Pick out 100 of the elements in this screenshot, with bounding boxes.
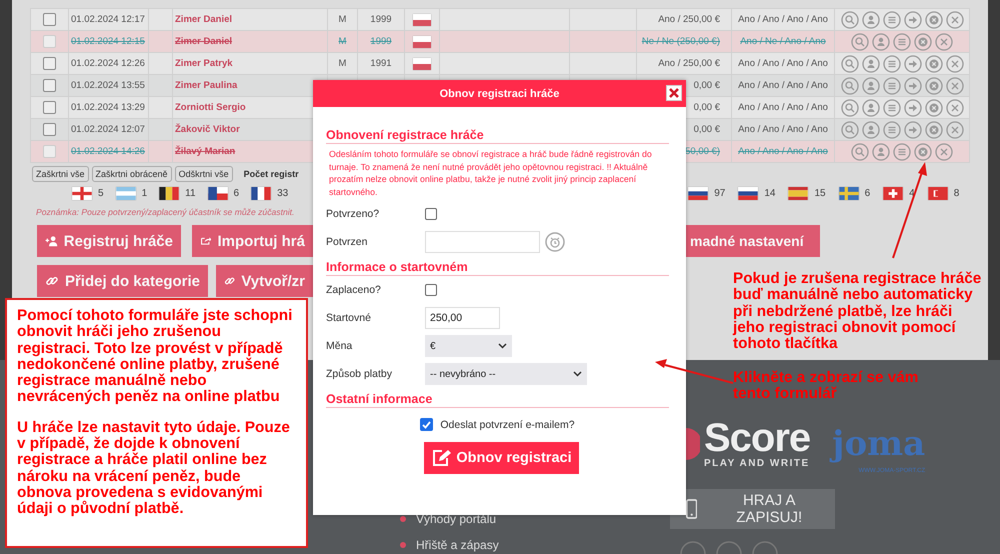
clock-icon[interactable] (545, 232, 565, 252)
restore-icon[interactable] (924, 54, 942, 72)
restore-icon[interactable] (924, 76, 942, 94)
logo-text: Score (704, 418, 810, 458)
player-name[interactable]: Zimer Patryk (175, 58, 233, 69)
close-icon[interactable] (946, 98, 964, 116)
flag-icon (688, 187, 708, 200)
row-checkbox[interactable] (43, 79, 56, 92)
person-icon[interactable] (862, 76, 880, 94)
registration-date: 01.02.2024 12:15 (71, 36, 145, 47)
list-icon[interactable] (893, 142, 911, 160)
flag-icon (738, 187, 758, 200)
restore-icon[interactable] (924, 10, 942, 28)
player-name[interactable]: Zimer Daniel (175, 36, 232, 47)
person-icon[interactable] (872, 142, 890, 160)
row-checkbox[interactable] (43, 35, 56, 48)
create-category-button[interactable]: Vytvoř/zr (216, 265, 313, 297)
country-count: 6 (234, 188, 240, 199)
search-icon[interactable] (840, 76, 858, 94)
annotation-text: U hráče lze nastavit tyto údaje. Pouze v případě, že dojde k obnovení registrace a hráče platil online bez nároku na vrácení peněz, bude obnova provedena s evidovanými údaji o původní platbě. (17, 420, 291, 518)
section-heading: Obnovení registrace hráče (326, 128, 669, 144)
close-icon[interactable] (946, 120, 964, 138)
list-icon[interactable] (893, 32, 911, 50)
bulk-settings-button[interactable]: madné nastavení (686, 225, 820, 257)
logo-tagline: PLAY AND WRITE (704, 458, 810, 469)
list-icon[interactable] (882, 98, 900, 116)
registration-date: 01.02.2024 12:17 (71, 14, 145, 25)
player-name[interactable]: Žilavý Marian (175, 146, 236, 157)
row-checkbox[interactable] (43, 13, 56, 26)
person-icon[interactable] (862, 54, 880, 72)
flag-icon (72, 187, 92, 200)
currency-select[interactable]: € (425, 335, 512, 357)
select-button[interactable]: Zaškrtni obráceně (92, 166, 172, 182)
list-icon[interactable] (882, 10, 900, 28)
register-player-button[interactable]: Registruj hráče (37, 225, 181, 257)
restore-button[interactable]: Obnov registraci (424, 442, 579, 474)
app-button[interactable]: HRAJ A ZAPISUJ! (670, 489, 835, 529)
flag-icon (251, 187, 272, 200)
row-checkbox[interactable] (43, 57, 56, 70)
confirmed-checkbox[interactable] (425, 208, 437, 220)
person-icon[interactable] (862, 98, 880, 116)
email-checkbox[interactable] (420, 418, 434, 431)
select-button[interactable]: Odškrtni vše (174, 166, 233, 182)
close-icon[interactable] (946, 54, 964, 72)
select-button[interactable]: Zaškrtni vše (32, 166, 89, 182)
country-count: 14 (764, 188, 776, 199)
footer-link[interactable]: Hřiště a zápasy (416, 538, 499, 552)
person-icon[interactable] (872, 32, 890, 50)
restore-icon[interactable] (924, 98, 942, 116)
person-icon[interactable] (862, 120, 880, 138)
fee-field[interactable]: 250,00 (425, 307, 500, 329)
search-icon[interactable] (851, 32, 869, 50)
search-icon[interactable] (840, 98, 858, 116)
gender-cell: M (338, 36, 346, 47)
payment-method-select[interactable]: -- nevybráno -- (425, 363, 587, 385)
row-checkbox[interactable] (43, 145, 56, 158)
close-icon[interactable] (935, 142, 953, 160)
birth-year: 1999 (370, 14, 392, 25)
footer-link[interactable]: Výhody portálu (416, 512, 496, 526)
annotation-text: Klikněte a zobrazí se vám tento formulář (733, 370, 920, 403)
services-status: Ano / Ano / Ano / Ano (738, 124, 828, 135)
close-icon[interactable] (946, 76, 964, 94)
add-to-category-button[interactable]: Přidej do kategorie (37, 265, 208, 297)
list-icon[interactable] (882, 54, 900, 72)
list-icon[interactable] (882, 120, 900, 138)
country-count: 97 (714, 188, 726, 199)
date-field[interactable] (425, 231, 540, 253)
field-label: Potvrzeno? (326, 208, 380, 220)
row-checkbox[interactable] (43, 101, 56, 114)
registration-count-label: Počet registr (244, 169, 299, 179)
edit-icon (431, 449, 452, 467)
sponsor-logo: joma (832, 422, 926, 466)
person-icon[interactable] (862, 10, 880, 28)
country-count: 8 (954, 188, 960, 199)
flag-icon (413, 14, 431, 26)
search-icon[interactable] (851, 142, 869, 160)
close-icon[interactable] (946, 10, 964, 28)
paid-checkbox[interactable] (425, 284, 437, 296)
country-count: 6 (864, 188, 870, 199)
import-players-button[interactable]: Importuj hrá (192, 225, 313, 257)
payment-status: 0,00 € (694, 124, 720, 135)
restore-icon[interactable] (914, 32, 932, 50)
flag-icon (883, 187, 904, 200)
services-status: Ano / Ano / Ano / Ano (738, 80, 828, 91)
flag-icon (838, 187, 859, 200)
close-icon[interactable] (935, 32, 953, 50)
services-status: Ano / Ne / Ano / Ano (740, 36, 826, 47)
restore-icon[interactable] (924, 120, 942, 138)
player-name[interactable]: Zimer Daniel (175, 14, 232, 25)
row-checkbox[interactable] (43, 123, 56, 136)
search-icon[interactable] (840, 10, 858, 28)
field-label: Potvrzen (326, 236, 368, 248)
restore-icon[interactable] (914, 142, 932, 160)
note-text: Poznámka: Pouze potvrzený/zaplacený účastník se může zúčastnit. (36, 207, 294, 217)
list-icon[interactable] (882, 76, 900, 94)
flag-icon (208, 187, 228, 200)
search-icon[interactable] (840, 120, 858, 138)
search-icon[interactable] (840, 54, 858, 72)
services-status: Ano / Ano / Ano / Ano (738, 58, 828, 69)
close-button[interactable] (666, 85, 682, 101)
